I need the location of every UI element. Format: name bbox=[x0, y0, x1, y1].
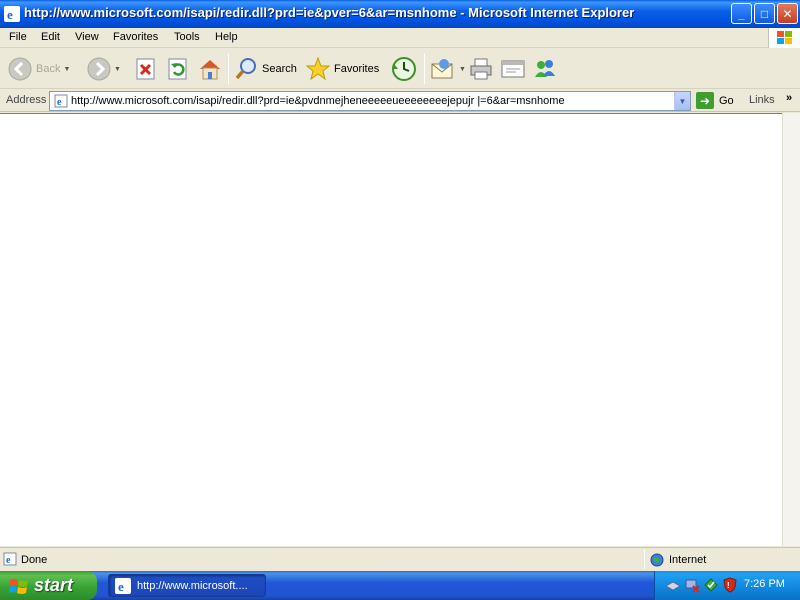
history-icon bbox=[392, 57, 416, 81]
system-tray: ! 7:26 PM bbox=[654, 571, 800, 600]
network-warning-icon[interactable] bbox=[684, 577, 700, 593]
menu-bar: File Edit View Favorites Tools Help bbox=[0, 28, 800, 48]
edit-button[interactable] bbox=[500, 55, 526, 83]
messenger-icon bbox=[535, 60, 555, 77]
page-content[interactable] bbox=[0, 113, 782, 546]
chevron-right-icon[interactable]: » bbox=[786, 92, 792, 104]
close-button[interactable]: ✕ bbox=[777, 3, 798, 24]
back-icon bbox=[8, 57, 32, 81]
stop-icon bbox=[136, 58, 155, 80]
status-bar: e Done Internet bbox=[0, 547, 800, 571]
chevron-down-icon[interactable]: ▼ bbox=[674, 92, 690, 110]
messenger-button[interactable] bbox=[532, 55, 558, 83]
edit-icon bbox=[501, 60, 525, 78]
history-button[interactable] bbox=[391, 55, 417, 83]
page-done-icon: e bbox=[3, 552, 17, 566]
home-button[interactable] bbox=[198, 55, 222, 83]
menu-view[interactable]: View bbox=[75, 31, 99, 43]
favorites-label: Favorites bbox=[334, 63, 380, 75]
status-text: Done bbox=[21, 554, 48, 566]
security-zone-text: Internet bbox=[669, 554, 707, 566]
window-title: http://www.microsoft.com/isapi/redir.dll… bbox=[24, 5, 635, 20]
start-button[interactable]: start bbox=[0, 571, 97, 600]
refresh-icon bbox=[168, 58, 187, 80]
favorites-button[interactable]: Favorites bbox=[306, 55, 379, 83]
start-label: start bbox=[34, 575, 74, 595]
search-button[interactable]: Search bbox=[234, 55, 297, 83]
forward-icon bbox=[87, 57, 111, 81]
go-arrow-icon: ➜ bbox=[696, 92, 714, 109]
svg-text:e: e bbox=[57, 97, 62, 108]
standard-toolbar: Back ▼ ▼ Search Favorites ▼ bbox=[0, 49, 800, 89]
chevron-down-icon[interactable]: ▼ bbox=[459, 66, 466, 73]
svg-text:e: e bbox=[118, 579, 124, 594]
print-button[interactable] bbox=[469, 55, 493, 83]
address-input[interactable]: e http://www.microsoft.com/isapi/redir.d… bbox=[49, 91, 691, 111]
svg-text:e: e bbox=[7, 7, 13, 22]
globe-icon bbox=[650, 553, 664, 567]
menu-help[interactable]: Help bbox=[215, 31, 238, 43]
windows-flag-icon bbox=[9, 578, 28, 594]
back-button[interactable]: Back ▼ bbox=[8, 55, 70, 83]
taskbar-item-ie[interactable]: e http://www.microsoft.... bbox=[108, 574, 266, 597]
page-icon: e bbox=[54, 94, 68, 108]
title-bar[interactable]: e http://www.microsoft.com/isapi/redir.d… bbox=[0, 0, 800, 28]
status-divider bbox=[644, 550, 645, 569]
chevron-down-icon[interactable]: ▼ bbox=[114, 66, 121, 73]
toolbar-separator bbox=[228, 54, 229, 84]
menu-file[interactable]: File bbox=[9, 31, 27, 43]
svg-text:!: ! bbox=[727, 581, 730, 590]
system-clock[interactable]: 7:26 PM bbox=[744, 578, 785, 590]
ie-icon: e bbox=[115, 577, 131, 594]
forward-button[interactable]: ▼ bbox=[87, 55, 121, 83]
updates-icon[interactable] bbox=[703, 577, 719, 593]
home-icon bbox=[200, 60, 220, 80]
toolbar-separator bbox=[424, 54, 425, 84]
minimize-button[interactable]: _ bbox=[731, 3, 752, 24]
windows-logo-icon bbox=[768, 28, 800, 48]
menu-edit[interactable]: Edit bbox=[41, 31, 60, 43]
taskbar: start e http://www.microsoft.... ! 7:26 … bbox=[0, 571, 800, 600]
taskbar-item-label: http://www.microsoft.... bbox=[137, 579, 248, 592]
ie-icon: e bbox=[4, 6, 20, 22]
address-bar: Address e http://www.microsoft.com/isapi… bbox=[0, 90, 800, 112]
maximize-button[interactable]: □ bbox=[754, 3, 775, 24]
mail-button[interactable]: ▼ bbox=[430, 55, 466, 83]
address-url: http://www.microsoft.com/isapi/redir.dll… bbox=[71, 95, 565, 107]
go-label: Go bbox=[719, 94, 734, 107]
menu-tools[interactable]: Tools bbox=[174, 31, 200, 43]
favorites-star-icon bbox=[306, 57, 330, 81]
chevron-down-icon[interactable]: ▼ bbox=[63, 66, 70, 73]
stop-button[interactable] bbox=[136, 55, 156, 83]
svg-text:e: e bbox=[6, 555, 11, 566]
refresh-button[interactable] bbox=[168, 55, 188, 83]
mail-icon bbox=[431, 59, 453, 79]
links-button[interactable]: Links bbox=[749, 94, 775, 106]
back-label: Back bbox=[36, 63, 61, 75]
search-label: Search bbox=[262, 63, 297, 75]
search-icon bbox=[235, 58, 256, 80]
print-icon bbox=[470, 58, 492, 80]
menu-favorites[interactable]: Favorites bbox=[113, 31, 158, 43]
network-icon[interactable] bbox=[665, 577, 681, 593]
address-label: Address bbox=[6, 94, 47, 106]
go-button[interactable]: ➜ Go bbox=[696, 92, 734, 109]
vertical-scrollbar[interactable] bbox=[782, 113, 800, 546]
security-shield-icon[interactable]: ! bbox=[722, 577, 738, 593]
